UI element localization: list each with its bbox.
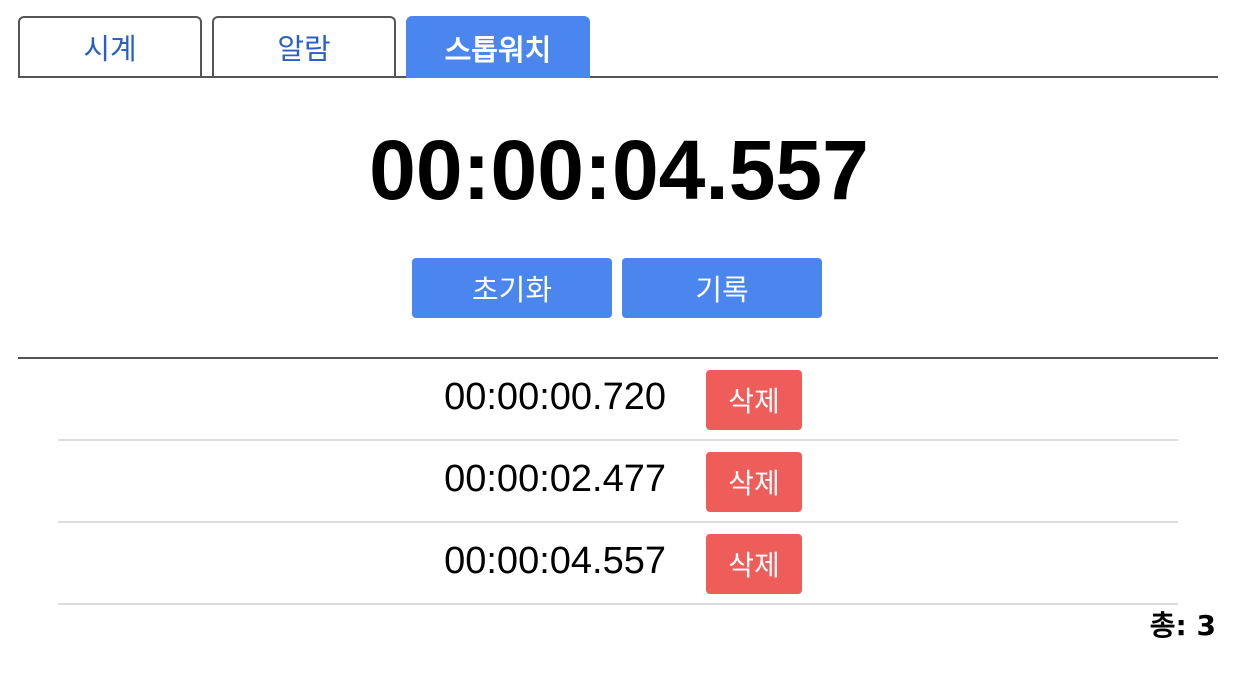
lap-total: 총: 3 bbox=[1150, 606, 1216, 646]
stopwatch-app: 시계 알람 스톱워치 00:00:04.557 초기화 기록 00:00:00.… bbox=[0, 0, 1238, 680]
delete-lap-button[interactable]: 삭제 bbox=[706, 370, 802, 430]
lap-list: 00:00:00.720 삭제 00:00:02.477 삭제 00:00:04… bbox=[58, 359, 1178, 605]
stopwatch-controls: 초기화 기록 bbox=[412, 258, 822, 318]
lap-row: 00:00:00.720 삭제 bbox=[58, 359, 1178, 441]
tab-bar: 시계 알람 스톱워치 bbox=[18, 16, 1218, 78]
reset-button[interactable]: 초기화 bbox=[412, 258, 612, 318]
lap-total-label: 총: bbox=[1149, 609, 1187, 642]
lap-time: 00:00:02.477 bbox=[444, 458, 666, 500]
delete-lap-button[interactable]: 삭제 bbox=[706, 534, 802, 594]
lap-total-count: 3 bbox=[1196, 609, 1216, 642]
tab-stopwatch[interactable]: 스톱워치 bbox=[406, 16, 590, 78]
lap-time: 00:00:04.557 bbox=[444, 540, 666, 582]
tab-alarm[interactable]: 알람 bbox=[212, 16, 396, 76]
delete-lap-button[interactable]: 삭제 bbox=[706, 452, 802, 512]
stopwatch-display: 00:00:04.557 bbox=[369, 123, 869, 217]
lap-button[interactable]: 기록 bbox=[622, 258, 822, 318]
lap-time: 00:00:00.720 bbox=[444, 376, 666, 418]
tab-clock[interactable]: 시계 bbox=[18, 16, 202, 76]
lap-row: 00:00:04.557 삭제 bbox=[58, 523, 1178, 605]
lap-row: 00:00:02.477 삭제 bbox=[58, 441, 1178, 523]
